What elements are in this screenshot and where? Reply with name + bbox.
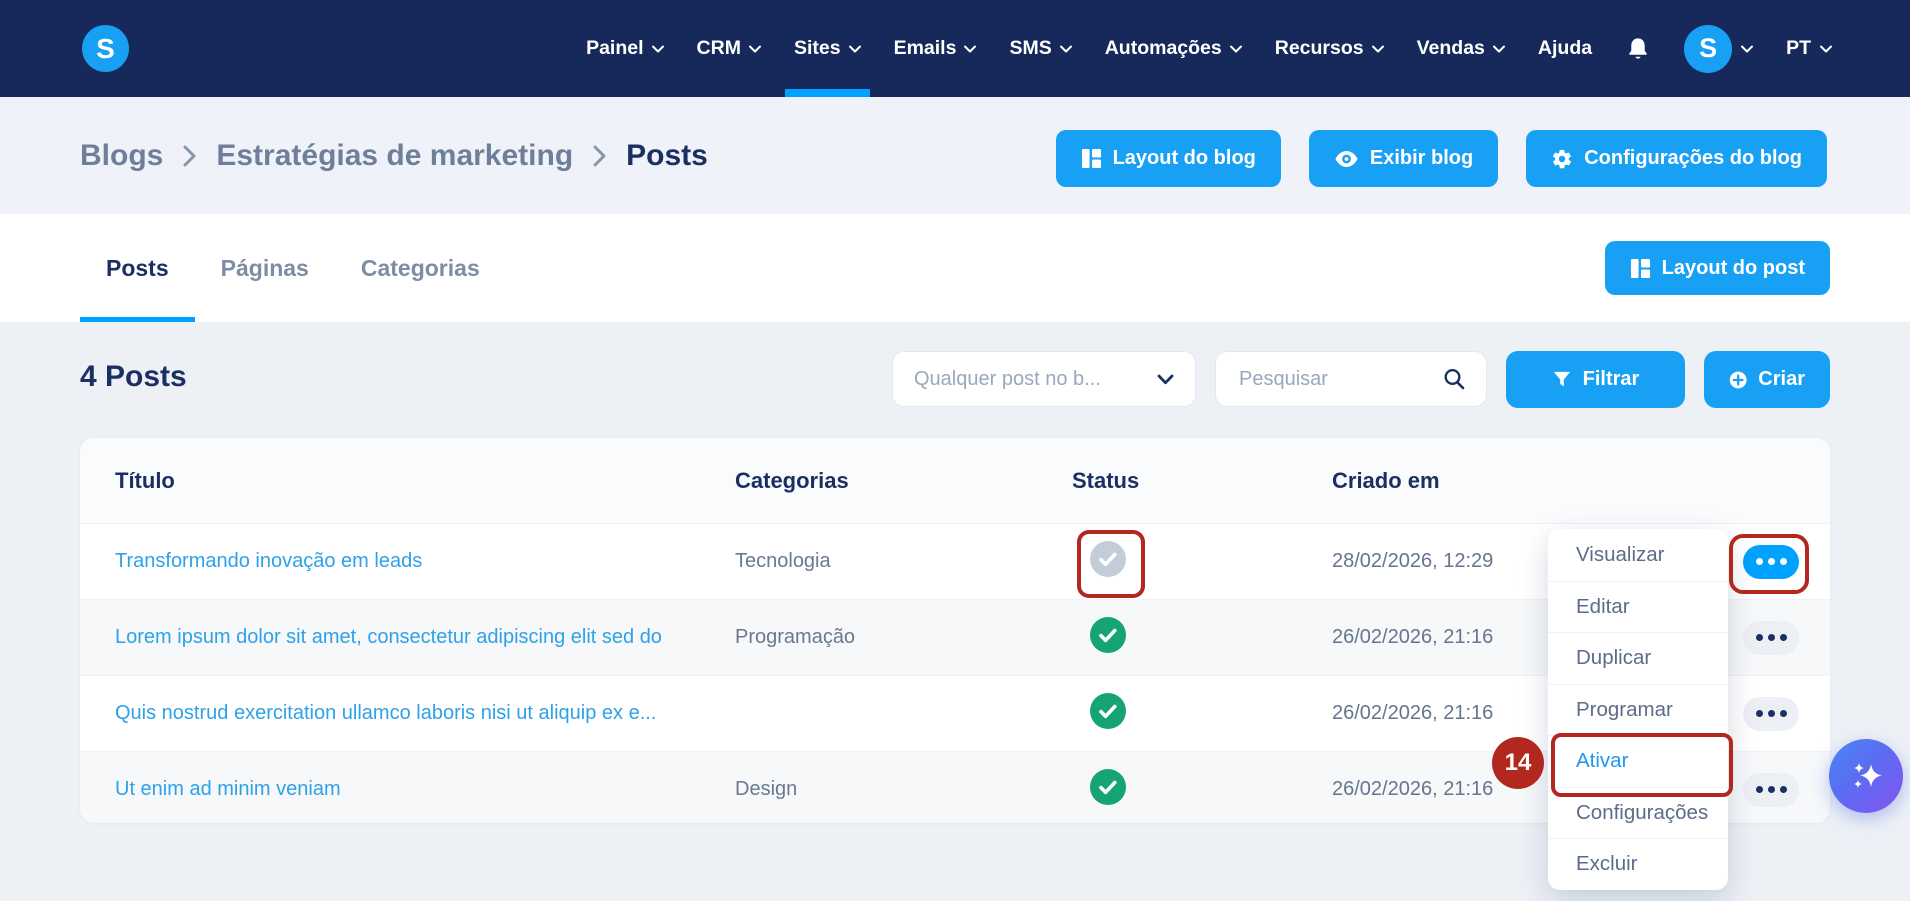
row-actions-button[interactable]: [1743, 696, 1799, 731]
top-navigation: S Painel CRM Sites Emails SMS Automações…: [0, 0, 1910, 97]
post-category: Design: [735, 778, 798, 800]
bell-icon: [1629, 37, 1647, 59]
menu-item-configuracoes[interactable]: Configurações: [1548, 786, 1728, 839]
chevron-right-icon: [593, 145, 606, 166]
nav-item-automacoes[interactable]: Automações: [1105, 0, 1242, 97]
post-title-link[interactable]: Transformando inovação em leads: [115, 550, 735, 573]
tab-paginas[interactable]: Páginas: [195, 214, 335, 322]
blog-settings-button[interactable]: Configurações do blog: [1526, 130, 1827, 187]
nav-item-recursos[interactable]: Recursos: [1275, 0, 1384, 97]
row-actions-button[interactable]: [1743, 544, 1799, 579]
post-layout-button[interactable]: Layout do post: [1604, 241, 1830, 295]
active-nav-underline: [784, 89, 870, 97]
post-title-link[interactable]: Lorem ipsum dolor sit amet, consectetur …: [115, 626, 735, 649]
table-header-row: Título Categorias Status Criado em: [80, 438, 1830, 523]
nav-menu: Painel CRM Sites Emails SMS Automações R…: [586, 0, 1832, 97]
ai-assistant-button[interactable]: [1829, 739, 1903, 813]
layout-icon: [1081, 148, 1101, 169]
nav-item-vendas[interactable]: Vendas: [1417, 0, 1505, 97]
chevron-down-icon: [848, 45, 861, 52]
status-check-icon[interactable]: [1090, 692, 1126, 729]
menu-item-programar[interactable]: Programar: [1548, 683, 1728, 736]
menu-item-excluir[interactable]: Excluir: [1548, 838, 1728, 890]
blog-layout-button[interactable]: Layout do blog: [1055, 130, 1281, 187]
tab-band: Posts Páginas Categorias Layout do post: [0, 214, 1910, 322]
status-check-icon[interactable]: [1090, 616, 1126, 653]
tab-posts[interactable]: Posts: [80, 214, 195, 322]
sparkles-icon: [1854, 763, 1882, 788]
language-code: PT: [1786, 37, 1811, 59]
nav-item-sms[interactable]: SMS: [1009, 0, 1072, 97]
post-title-link[interactable]: Quis nostrud exercitation ullamco labori…: [115, 702, 735, 725]
breadcrumb-band: Blogs Estratégias de marketing Posts Lay…: [0, 97, 1910, 214]
post-category: Tecnologia: [735, 550, 831, 572]
toolbar: Qualquer post no b... Filtrar Criar: [892, 351, 1830, 408]
active-tab-underline: [80, 317, 195, 322]
header-status: Status: [1072, 467, 1140, 493]
step-number-badge: 14: [1492, 737, 1544, 789]
chevron-down-icon: [1157, 374, 1174, 384]
chevron-down-icon: [1492, 45, 1505, 52]
language-selector[interactable]: PT: [1786, 37, 1832, 60]
tabs: Posts Páginas Categorias: [80, 214, 506, 322]
header-criado-em: Criado em: [1332, 467, 1440, 493]
nav-item-painel[interactable]: Painel: [586, 0, 664, 97]
chevron-down-icon: [651, 45, 664, 52]
chevron-right-icon: [183, 145, 196, 166]
breadcrumb-blogs[interactable]: Blogs: [80, 139, 163, 173]
filter-button[interactable]: Filtrar: [1506, 351, 1685, 408]
chevron-down-icon: [1741, 45, 1754, 52]
nav-item-ajuda[interactable]: Ajuda: [1538, 0, 1592, 97]
gear-icon: [1553, 149, 1572, 168]
posts-count-title: 4 Posts: [80, 360, 187, 393]
post-type-dropdown-value: Qualquer post no b...: [914, 367, 1101, 390]
chevron-down-icon: [1820, 45, 1832, 52]
view-blog-button[interactable]: Exibir blog: [1308, 130, 1499, 187]
menu-item-visualizar[interactable]: Visualizar: [1548, 529, 1728, 581]
account-menu[interactable]: S: [1684, 24, 1754, 73]
search-icon[interactable]: [1443, 368, 1465, 390]
header-categorias: Categorias: [735, 467, 849, 493]
layout-icon: [1630, 258, 1650, 278]
post-title-link[interactable]: Ut enim ad minim veniam: [115, 778, 735, 801]
avatar: S: [1684, 24, 1733, 73]
funnel-icon: [1553, 371, 1570, 386]
create-button[interactable]: Criar: [1704, 351, 1830, 408]
breadcrumb-blog-name[interactable]: Estratégias de marketing: [216, 139, 573, 173]
row-actions-button[interactable]: [1743, 620, 1799, 655]
row-context-menu: Visualizar Editar Duplicar Programar Ati…: [1548, 529, 1728, 890]
brand-logo-letter: S: [96, 32, 115, 64]
nav-item-crm[interactable]: CRM: [697, 0, 761, 97]
menu-item-editar[interactable]: Editar: [1548, 580, 1728, 633]
search-input[interactable]: [1237, 366, 1431, 392]
chevron-down-icon: [1229, 45, 1242, 52]
search-box: [1215, 351, 1487, 407]
plus-circle-icon: [1729, 371, 1747, 388]
chevron-down-icon: [1059, 45, 1072, 52]
tab-categorias[interactable]: Categorias: [335, 214, 506, 322]
status-check-icon[interactable]: [1090, 540, 1126, 577]
chevron-down-icon: [1371, 45, 1384, 52]
eye-icon: [1335, 150, 1358, 167]
chevron-down-icon: [748, 45, 761, 52]
post-category: Programação: [735, 626, 856, 648]
row-actions-button[interactable]: [1743, 772, 1799, 807]
notifications-button[interactable]: [1625, 35, 1651, 63]
brand-logo[interactable]: S: [82, 25, 129, 72]
menu-item-ativar[interactable]: Ativar: [1548, 735, 1728, 787]
chevron-down-icon: [964, 45, 977, 52]
breadcrumb-posts: Posts: [626, 138, 708, 172]
status-check-icon[interactable]: [1090, 768, 1126, 805]
blog-actions: Layout do blog Exibir blog Configurações…: [1055, 130, 1827, 187]
nav-item-sites[interactable]: Sites: [784, 0, 870, 97]
breadcrumb: Blogs Estratégias de marketing Posts: [80, 97, 708, 214]
header-titulo: Título: [115, 467, 175, 493]
nav-item-emails[interactable]: Emails: [894, 0, 977, 97]
post-type-dropdown[interactable]: Qualquer post no b...: [892, 351, 1196, 407]
menu-item-duplicar[interactable]: Duplicar: [1548, 632, 1728, 684]
app-screen: S Painel CRM Sites Emails SMS Automações…: [0, 0, 1910, 901]
